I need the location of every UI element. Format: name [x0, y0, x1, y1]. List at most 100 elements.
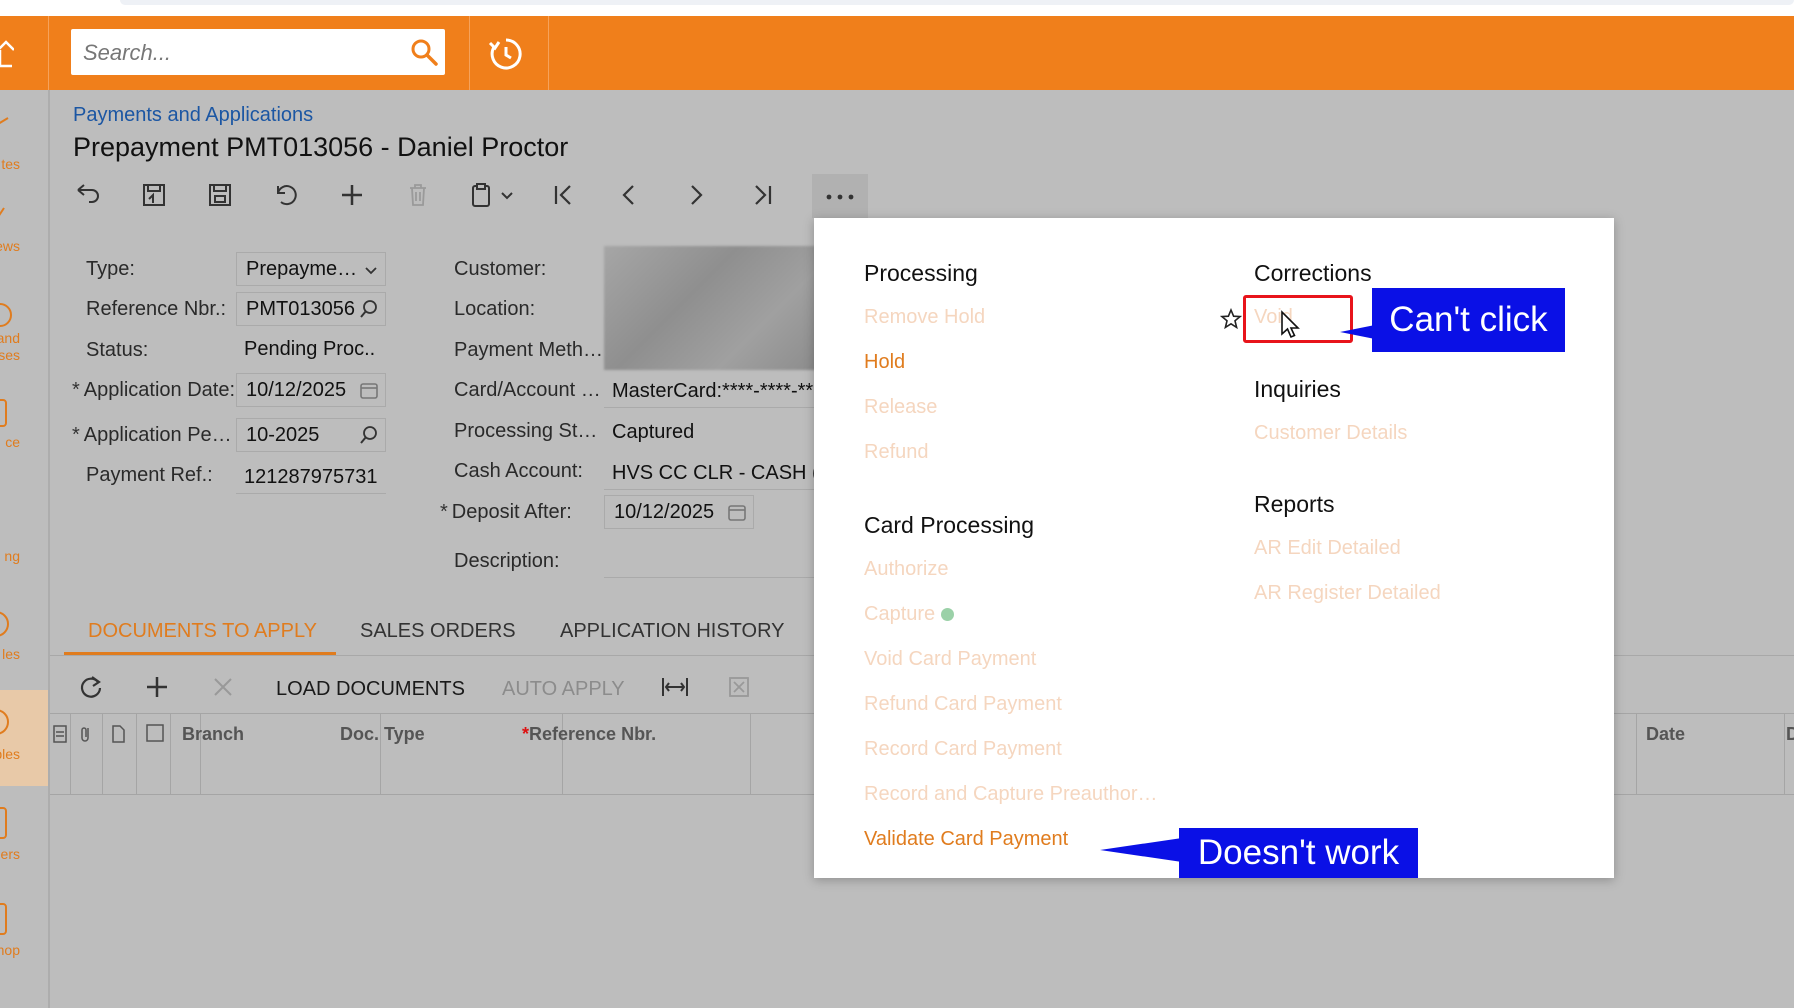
type-label: Type:: [86, 258, 135, 280]
breadcrumb[interactable]: Payments and Applications: [73, 104, 313, 127]
reference-nbr-field[interactable]: PMT013056: [236, 292, 386, 326]
cancel-button[interactable]: [266, 174, 306, 214]
notes-icon[interactable]: [52, 724, 68, 744]
search-input[interactable]: [81, 29, 405, 77]
col-doc-type[interactable]: Doc. Type: [340, 724, 425, 745]
save-button[interactable]: [200, 174, 240, 214]
deposit-after-label: * Deposit After:: [440, 501, 572, 524]
nav-item-label: ables: [0, 746, 20, 762]
required-mark: *: [440, 501, 448, 523]
cash-account-field[interactable]: HVS CC CLR - CASH (: [604, 456, 818, 490]
col-date[interactable]: Date: [1646, 724, 1685, 745]
menu-item-validate-card-payment[interactable]: Validate Card Payment: [864, 828, 1068, 851]
history-icon: [488, 38, 522, 70]
nav-item-label: and ses: [0, 330, 20, 363]
first-record-button[interactable]: [544, 174, 584, 214]
menu-item-refund: Refund: [864, 441, 929, 463]
status-value: Pending Proc..: [244, 338, 376, 360]
nav-item[interactable]: hop: [0, 902, 48, 982]
home-icon: [0, 40, 14, 68]
delete-row-button: [210, 674, 236, 700]
nav-item-label: rders: [0, 846, 20, 862]
document-icon: [112, 725, 125, 743]
nav-item[interactable]: tes: [0, 110, 48, 190]
next-record-button[interactable]: [676, 174, 716, 214]
nav-item-label: les: [2, 646, 20, 662]
tab-sales-orders[interactable]: SALES ORDERS: [360, 620, 516, 643]
col-reference-nbr[interactable]: *Reference Nbr.: [522, 724, 656, 745]
processing-status-value: Captured: [612, 421, 695, 443]
page-title: Prepayment PMT013056 - Daniel Proctor: [73, 132, 569, 162]
copy-paste-button[interactable]: [464, 174, 524, 214]
revert-icon: [277, 185, 297, 206]
calendar-icon: [360, 383, 378, 399]
nav-item[interactable]: les: [0, 610, 48, 690]
excel-icon: [729, 677, 749, 697]
card-account-field[interactable]: MasterCard:****-****-**: [604, 374, 818, 408]
menu-item-void-card-payment: Void Card Payment: [864, 648, 1037, 670]
status-dot-icon: [941, 608, 955, 622]
redacted-customer-info: [604, 246, 818, 370]
home-button[interactable]: [0, 16, 49, 90]
grid-col-divider: [1636, 714, 1637, 794]
recent-history-button[interactable]: [486, 34, 526, 74]
menu-item-hold[interactable]: Hold: [864, 351, 905, 374]
search-box[interactable]: [71, 29, 445, 77]
select-all-checkbox[interactable]: [146, 724, 164, 742]
search-icon[interactable]: [409, 37, 439, 67]
grid-col-divider: [70, 714, 71, 794]
tab-documents-to-apply[interactable]: DOCUMENTS TO APPLY: [88, 620, 317, 643]
deposit-after-field[interactable]: 10/12/2025: [604, 495, 754, 529]
attachment-icon[interactable]: [78, 724, 94, 744]
nav-item-label: ce: [5, 434, 20, 450]
application-period-label: * Application Pe…: [72, 424, 232, 447]
reference-nbr-label: Reference Nbr.:: [86, 298, 227, 320]
application-date-value: 10/12/2025: [246, 379, 347, 401]
nav-item[interactable]: and ses: [0, 302, 48, 382]
col-branch[interactable]: Branch: [182, 724, 244, 745]
grid-col-divider: [750, 714, 751, 794]
reference-nbr-value: PMT013056: [246, 298, 355, 320]
close-icon: [214, 678, 232, 696]
save-and-close-button[interactable]: [134, 174, 174, 214]
type-select[interactable]: Prepayme…: [236, 252, 386, 286]
plus-icon: [342, 185, 362, 205]
payment-method-label: Payment Meth…: [454, 339, 603, 361]
last-record-button[interactable]: [742, 174, 782, 214]
nav-item[interactable]: rders: [0, 806, 48, 886]
favorite-star-icon[interactable]: [1220, 308, 1242, 330]
plus-icon: [147, 677, 167, 697]
nav-item-label: ng: [4, 548, 20, 564]
application-period-field[interactable]: 10-2025: [236, 418, 386, 452]
grid-col-divider: [102, 714, 103, 794]
load-documents-button[interactable]: LOAD DOCUMENTS: [276, 678, 465, 701]
menu-section-corrections: Corrections: [1254, 260, 1372, 286]
description-label: Description:: [454, 550, 560, 572]
nav-item-active[interactable]: ables: [0, 690, 48, 786]
col-d[interactable]: D: [1786, 724, 1794, 745]
menu-section-card-processing: Card Processing: [864, 512, 1035, 538]
nav-item[interactable]: ng: [0, 530, 48, 610]
application-date-field[interactable]: 10/12/2025: [236, 373, 386, 407]
more-actions-button[interactable]: [812, 174, 868, 218]
add-row-button[interactable]: [144, 674, 170, 700]
previous-record-button[interactable]: [610, 174, 650, 214]
menu-item-capture: Capture: [864, 603, 955, 626]
back-button[interactable]: [68, 174, 108, 214]
chevron-right-icon: [691, 185, 703, 205]
cash-account-label: Cash Account:: [454, 460, 583, 482]
fit-columns-button[interactable]: [660, 674, 690, 700]
refresh-button[interactable]: [78, 674, 104, 700]
payment-ref-field[interactable]: 121287975731: [236, 460, 386, 494]
tab-application-history[interactable]: APPLICATION HISTORY: [560, 620, 785, 643]
add-new-button[interactable]: [332, 174, 372, 214]
nav-item[interactable]: ews: [0, 204, 48, 284]
description-field[interactable]: [604, 544, 818, 578]
top-header: [0, 16, 1794, 90]
nav-item-label: ews: [0, 238, 20, 254]
required-mark: *: [72, 379, 80, 401]
clipboard-icon: [472, 183, 513, 207]
grid-col-divider: [136, 714, 137, 794]
menu-item-ar-edit-detailed: AR Edit Detailed: [1254, 537, 1401, 559]
nav-item[interactable]: ce: [0, 398, 48, 478]
